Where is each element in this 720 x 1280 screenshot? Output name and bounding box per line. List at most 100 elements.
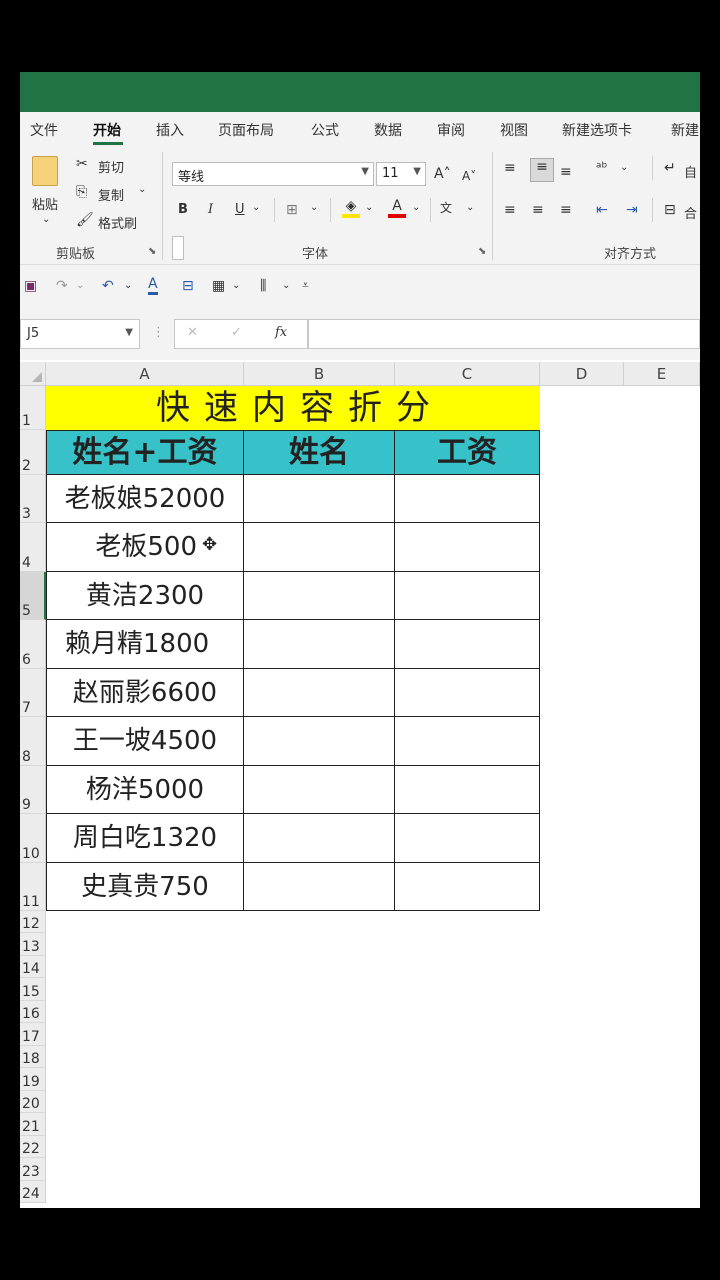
paste-button[interactable]: 粘贴 xyxy=(32,194,58,213)
tab-view[interactable]: 视图 xyxy=(500,120,528,140)
data-cell-b[interactable] xyxy=(244,620,395,669)
data-cell-b[interactable] xyxy=(244,814,395,863)
align-left-icon[interactable]: ≡ xyxy=(504,202,516,218)
formula-input[interactable] xyxy=(308,319,700,349)
insert-function-icon[interactable]: fx xyxy=(275,325,287,340)
row-header[interactable]: 16 xyxy=(20,1001,46,1023)
data-cell-b[interactable] xyxy=(244,572,395,620)
row-header[interactable]: 21 xyxy=(20,1113,46,1136)
data-cell-b[interactable] xyxy=(244,766,395,814)
format-painter-button[interactable]: 格式刷 xyxy=(98,213,137,232)
data-cell-a[interactable]: 黄洁2300 xyxy=(46,572,244,620)
data-cell-c[interactable] xyxy=(395,475,540,523)
row-header[interactable]: 7 xyxy=(20,669,46,717)
copy-icon[interactable]: ⎘ xyxy=(76,184,87,200)
column-header-b[interactable]: B xyxy=(244,362,395,386)
phonetic-guide-icon[interactable]: 文 xyxy=(440,200,452,216)
row-header[interactable]: 11 xyxy=(20,863,46,911)
font-name-select[interactable]: 等线 ▼ xyxy=(172,162,374,186)
data-cell-c[interactable] xyxy=(395,814,540,863)
data-cell-c[interactable] xyxy=(395,620,540,669)
header-cell-name[interactable]: 姓名 xyxy=(244,430,395,475)
align-middle-icon[interactable]: ≡ xyxy=(530,158,554,182)
undo-icon[interactable]: ↶ xyxy=(102,278,114,294)
orientation-dropdown-icon[interactable]: ⌄ xyxy=(620,162,628,173)
merge-center-icon[interactable]: ⊟ xyxy=(664,202,676,218)
tab-insert[interactable]: 插入 xyxy=(156,120,184,140)
fill-color-icon[interactable]: ◈ xyxy=(342,198,360,218)
increase-font-size-icon[interactable]: A˄ xyxy=(434,166,451,182)
paste-special-qat-icon[interactable]: ▦ xyxy=(212,278,225,294)
data-cell-c[interactable] xyxy=(395,572,540,620)
row-header[interactable]: 20 xyxy=(20,1091,46,1113)
redo-icon[interactable]: ↷ xyxy=(56,278,68,294)
copy-button[interactable]: 复制 xyxy=(98,185,124,204)
row-header-selected[interactable]: 5 xyxy=(20,572,46,620)
row-header[interactable]: 2 xyxy=(20,430,46,475)
data-cell-b[interactable] xyxy=(244,669,395,717)
font-size-select[interactable]: 11 ▼ xyxy=(376,162,426,186)
customize-qat-icon[interactable]: ⩡ xyxy=(302,278,309,293)
tab-home[interactable]: 开始 xyxy=(93,120,121,140)
data-cell-b[interactable] xyxy=(244,475,395,523)
align-right-icon[interactable]: ≡ xyxy=(560,202,572,218)
column-header-a[interactable]: A xyxy=(46,362,244,386)
header-cell-salary[interactable]: 工资 xyxy=(395,430,540,475)
orientation-icon[interactable]: ᵃᵇ xyxy=(596,160,607,176)
decrease-font-size-icon[interactable]: A˅ xyxy=(462,168,476,184)
data-cell-a[interactable]: 周白吃1320 xyxy=(46,814,244,863)
row-header[interactable]: 4 xyxy=(20,523,46,572)
name-box[interactable]: J5 ▼ xyxy=(20,319,140,349)
data-cell-c[interactable] xyxy=(395,766,540,814)
cancel-entry-icon[interactable]: ✕ xyxy=(187,325,198,340)
underline-button[interactable]: U xyxy=(235,202,245,217)
bold-button[interactable]: B xyxy=(178,202,188,217)
row-header[interactable]: 17 xyxy=(20,1023,46,1046)
column-header-e[interactable]: E xyxy=(624,362,700,386)
font-size-dropdown-icon[interactable]: ▼ xyxy=(413,166,421,177)
font-color-dropdown-icon[interactable]: ⌄ xyxy=(412,202,420,213)
tab-new-2[interactable]: 新建 xyxy=(671,120,699,140)
data-cell-b[interactable] xyxy=(244,523,395,572)
data-cell-a[interactable]: 赵丽影6600 xyxy=(46,669,244,717)
data-cell-c[interactable] xyxy=(395,523,540,572)
paste-dropdown-chevron-icon[interactable]: ⌄ xyxy=(42,214,50,225)
column-header-d[interactable]: D xyxy=(540,362,624,386)
row-header[interactable]: 15 xyxy=(20,978,46,1001)
wrap-text-label[interactable]: 自 xyxy=(684,162,697,181)
tab-file[interactable]: 文件 xyxy=(30,120,58,140)
data-cell-c[interactable] xyxy=(395,717,540,766)
tab-formulas[interactable]: 公式 xyxy=(311,120,339,140)
font-color-icon[interactable]: A xyxy=(388,198,406,218)
data-cell-a[interactable]: 杨洋5000 xyxy=(46,766,244,814)
data-cell-a[interactable]: 王一坡4500 xyxy=(46,717,244,766)
copy-dropdown-chevron-icon[interactable]: ⌄ xyxy=(138,184,146,195)
align-center-icon[interactable]: ≡ xyxy=(532,202,544,218)
font-name-dropdown-icon[interactable]: ▼ xyxy=(361,166,369,177)
align-bottom-icon[interactable]: ≡ xyxy=(560,164,572,180)
undo-dropdown-icon[interactable]: ⌄ xyxy=(124,280,132,291)
format-painter-icon[interactable]: 🖌 xyxy=(76,212,94,228)
data-cell-c[interactable] xyxy=(395,863,540,911)
tab-data[interactable]: 数据 xyxy=(374,120,402,140)
worksheet[interactable]: A B C D E 1 2 3 4 5 6 7 8 9 10 11 12 13 … xyxy=(20,362,700,1208)
data-cell-a[interactable]: 赖月精1800 xyxy=(46,620,244,669)
row-header[interactable]: 1 xyxy=(20,386,46,430)
align-top-icon[interactable]: ≡ xyxy=(504,160,516,176)
row-header[interactable]: 24 xyxy=(20,1181,46,1203)
row-header[interactable]: 14 xyxy=(20,956,46,978)
column-header-c[interactable]: C xyxy=(395,362,540,386)
row-header[interactable]: 23 xyxy=(20,1158,46,1181)
row-header[interactable]: 19 xyxy=(20,1068,46,1091)
paste-icon[interactable] xyxy=(32,156,58,186)
data-cell-a[interactable]: 史真贵750 xyxy=(46,863,244,911)
confirm-entry-icon[interactable]: ✓ xyxy=(231,325,242,340)
header-cell-name-salary[interactable]: 姓名+工资 xyxy=(46,430,244,475)
row-header[interactable]: 10 xyxy=(20,814,46,863)
borders-icon[interactable]: ⊞ xyxy=(286,202,298,218)
data-cell-b[interactable] xyxy=(244,863,395,911)
data-cell-a[interactable]: 老板娘52000 xyxy=(46,475,244,523)
row-header[interactable]: 6 xyxy=(20,620,46,669)
column-width-icon[interactable]: ⫼ xyxy=(260,278,266,294)
font-launcher-icon[interactable]: ⬊ xyxy=(478,246,486,257)
